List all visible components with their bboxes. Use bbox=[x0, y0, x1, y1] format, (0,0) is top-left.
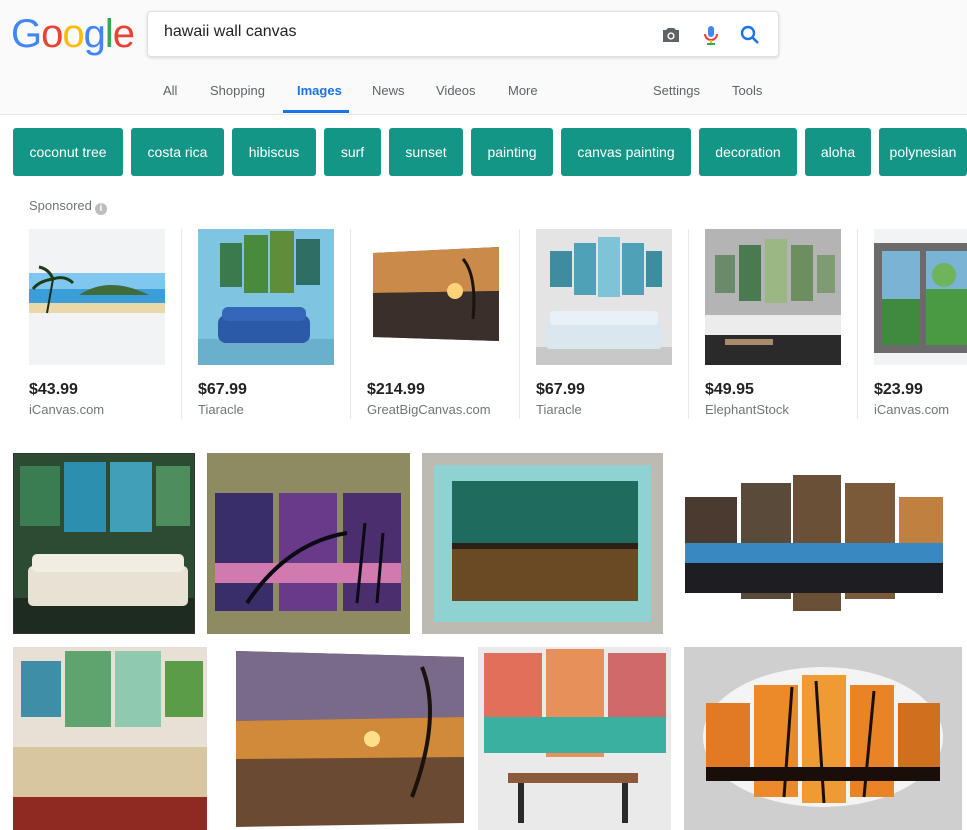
info-icon[interactable]: i bbox=[94, 203, 107, 215]
product-card[interactable]: $49.95 ElephantStock bbox=[705, 229, 855, 419]
logo-letter: e bbox=[112, 12, 135, 56]
product-price: $23.99 bbox=[874, 381, 923, 398]
image-result[interactable] bbox=[13, 453, 195, 634]
image-result[interactable] bbox=[232, 647, 466, 830]
image-result[interactable] bbox=[207, 453, 410, 634]
tab-all[interactable]: All bbox=[163, 83, 177, 98]
tab-shopping[interactable]: Shopping bbox=[210, 83, 265, 98]
sponsored-text: Sponsored bbox=[29, 198, 92, 213]
chip-polynesian[interactable]: polynesian bbox=[879, 128, 967, 176]
chip-hibiscus[interactable]: hibiscus bbox=[232, 128, 316, 176]
divider bbox=[350, 229, 351, 419]
product-card[interactable]: $214.99 GreatBigCanvas.com bbox=[367, 229, 517, 419]
product-price: $49.95 bbox=[705, 381, 754, 398]
product-image[interactable] bbox=[874, 229, 967, 365]
chip-sunset[interactable]: sunset bbox=[389, 128, 463, 176]
chip-decoration[interactable]: decoration bbox=[699, 128, 797, 176]
product-price: $67.99 bbox=[198, 381, 247, 398]
chip-painting[interactable]: painting bbox=[471, 128, 553, 176]
tab-videos[interactable]: Videos bbox=[436, 83, 476, 98]
product-store: GreatBigCanvas.com bbox=[367, 402, 491, 417]
sponsored-label: Sponsored i bbox=[29, 198, 107, 215]
divider bbox=[857, 229, 858, 419]
search-box bbox=[147, 11, 779, 57]
product-store: ElephantStock bbox=[705, 402, 789, 417]
chip-surf[interactable]: surf bbox=[324, 128, 381, 176]
logo-letter: o bbox=[41, 12, 63, 56]
image-result[interactable] bbox=[422, 453, 663, 634]
product-store: iCanvas.com bbox=[874, 402, 950, 417]
product-image[interactable] bbox=[29, 229, 165, 365]
header: Google All Shopping Images News Videos M… bbox=[0, 0, 967, 115]
product-store: Tiaracle bbox=[536, 402, 582, 417]
microphone-icon[interactable] bbox=[699, 23, 723, 47]
logo-letter: o bbox=[62, 12, 84, 56]
chip-aloha[interactable]: aloha bbox=[805, 128, 871, 176]
tab-more[interactable]: More bbox=[508, 83, 538, 98]
google-logo[interactable]: Google bbox=[11, 12, 135, 57]
nav-tabs: All Shopping Images News Videos More Set… bbox=[0, 83, 967, 113]
active-tab-indicator bbox=[283, 110, 349, 113]
product-image[interactable] bbox=[536, 229, 672, 365]
image-result[interactable] bbox=[478, 647, 671, 830]
product-store: iCanvas.com bbox=[29, 402, 105, 417]
logo-letter: G bbox=[11, 12, 42, 56]
product-price: $67.99 bbox=[536, 381, 585, 398]
search-icon[interactable] bbox=[738, 23, 762, 47]
image-result[interactable] bbox=[684, 647, 962, 830]
tab-news[interactable]: News bbox=[372, 83, 405, 98]
product-image[interactable] bbox=[367, 229, 503, 365]
product-image[interactable] bbox=[198, 229, 334, 365]
divider bbox=[688, 229, 689, 419]
product-price: $214.99 bbox=[367, 381, 425, 398]
chip-costa-rica[interactable]: costa rica bbox=[131, 128, 224, 176]
product-store: Tiaracle bbox=[198, 402, 244, 417]
chip-canvas-painting[interactable]: canvas painting bbox=[561, 128, 691, 176]
product-card[interactable]: $23.99 iCanvas.com bbox=[874, 229, 967, 419]
divider bbox=[519, 229, 520, 419]
product-image[interactable] bbox=[705, 229, 841, 365]
chip-coconut-tree[interactable]: coconut tree bbox=[13, 128, 123, 176]
image-result[interactable] bbox=[681, 453, 945, 634]
tab-tools[interactable]: Tools bbox=[732, 83, 762, 98]
logo-letter: g bbox=[83, 12, 106, 56]
divider bbox=[181, 229, 182, 419]
camera-icon[interactable] bbox=[659, 23, 683, 47]
image-result[interactable] bbox=[13, 647, 207, 830]
search-input[interactable] bbox=[162, 22, 646, 42]
product-price: $43.99 bbox=[29, 381, 78, 398]
logo-letter: l bbox=[104, 12, 114, 56]
product-card[interactable]: $43.99 iCanvas.com bbox=[29, 229, 179, 419]
tab-settings[interactable]: Settings bbox=[653, 83, 700, 98]
product-card[interactable]: $67.99 Tiaracle bbox=[536, 229, 686, 419]
tab-images[interactable]: Images bbox=[297, 83, 342, 98]
product-card[interactable]: $67.99 Tiaracle bbox=[198, 229, 348, 419]
